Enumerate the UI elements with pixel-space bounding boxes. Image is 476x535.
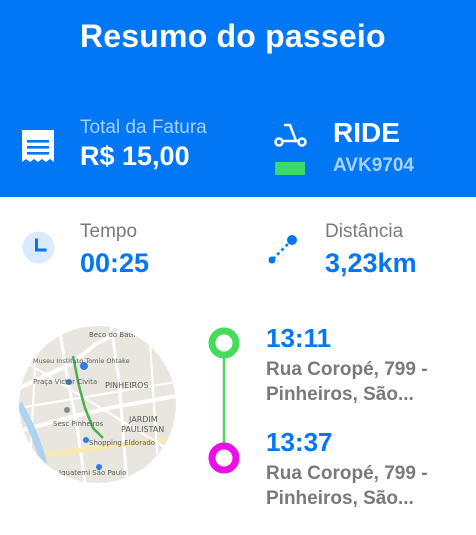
service-name: RIDE bbox=[333, 117, 400, 148]
end-marker-icon bbox=[208, 442, 240, 474]
map-label: Sesc Pinheiros bbox=[53, 420, 104, 428]
distance-value: 3,23km bbox=[325, 248, 417, 278]
map-label: Iguatemi São Paulo bbox=[59, 469, 126, 477]
vehicle-plate: AVK9704 bbox=[333, 155, 414, 176]
end-address: Rua Coropé, 799 - Pinheiros, São... bbox=[266, 463, 428, 509]
route-icon bbox=[268, 235, 297, 264]
map-label: Praça Victor Civita bbox=[33, 378, 97, 386]
map-label: PINHEIROS bbox=[105, 381, 149, 390]
route-timeline bbox=[208, 327, 240, 474]
end-time: 13:37 bbox=[266, 427, 333, 457]
duration-value: 00:25 bbox=[80, 248, 150, 278]
route-map[interactable]: Beco do Batman Museu Instituto Tomie Oht… bbox=[19, 326, 176, 483]
invoice-total-label: Total da Fatura bbox=[80, 117, 207, 138]
map-label: Beco do Batman bbox=[89, 331, 147, 339]
vehicle-color-bar bbox=[275, 162, 305, 175]
start-address: Rua Coropé, 799 - Pinheiros, São... bbox=[266, 359, 428, 405]
map-label: Shopping Eldorado bbox=[89, 439, 155, 447]
receipt-icon bbox=[22, 130, 54, 162]
map-label: PAULISTAN bbox=[121, 425, 164, 434]
clock-icon bbox=[22, 231, 55, 264]
duration-label: Tempo bbox=[80, 221, 138, 242]
scooter-icon bbox=[274, 123, 307, 147]
map-label: Museu Instituto Tomie Ohtake bbox=[33, 357, 130, 365]
start-marker-icon bbox=[208, 327, 240, 359]
map-label: JARDIM bbox=[128, 415, 158, 424]
page-title: Resumo do passeio bbox=[80, 18, 386, 54]
summary-header: Resumo do passeio Total da Fatura R$ 15,… bbox=[0, 0, 476, 197]
distance-label: Distância bbox=[325, 221, 404, 242]
start-time: 13:11 bbox=[266, 323, 332, 353]
invoice-total-value: R$ 15,00 bbox=[80, 141, 190, 171]
